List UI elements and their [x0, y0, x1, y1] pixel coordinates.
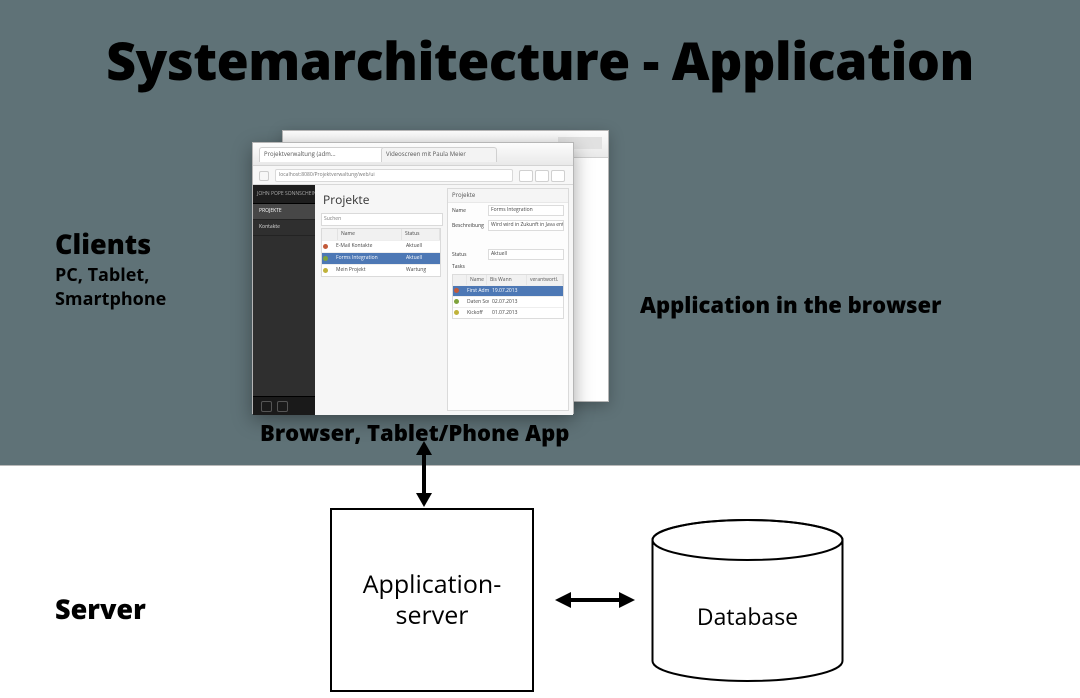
tasks-col-due[interactable]: Bis Wann	[487, 275, 527, 285]
tasks-col-resp[interactable]: verantwortl.	[527, 275, 563, 285]
application-server-box: Application- server	[330, 508, 534, 692]
browser-tabbar: Projektverwaltung (adm... Videoscreen mi…	[253, 143, 573, 166]
tasks-col-name[interactable]: Name	[467, 275, 487, 285]
window-front: Projektverwaltung (adm... Videoscreen mi…	[252, 142, 574, 414]
projects-search-input[interactable]: Suchen	[321, 213, 443, 226]
field-desc-value[interactable]: Wird wird in Zukunft in Java entwickelt	[488, 220, 564, 231]
app-page-title: Projekte	[323, 191, 369, 208]
grid-col-name[interactable]: Name	[338, 229, 402, 240]
field-tasks-label: Tasks	[452, 264, 488, 270]
field-status-label: Status	[452, 252, 488, 258]
table-row[interactable]: First Admin View19.07.2013	[453, 285, 563, 296]
sidebar-item-projects[interactable]: PROJEKTE	[253, 204, 315, 220]
detail-panel-title: Projekte	[448, 189, 568, 203]
app-in-browser-label: Application in the browser	[640, 290, 941, 320]
app-sidebar: JOHN POPE SONNSCHEIN PROJEKTE Kontakte	[253, 185, 315, 415]
database-label: Database	[650, 600, 845, 632]
app-main: Projekte Suchen Name Status E-Mail Konta…	[315, 185, 573, 415]
sidebar-item-contacts[interactable]: Kontakte	[253, 220, 315, 236]
address-input[interactable]: localhost:8080/Projektverwaltung/web/ui	[275, 169, 513, 182]
server-heading: Server	[55, 590, 146, 627]
projects-grid: Name Status E-Mail KontakteAktuellForms …	[321, 228, 441, 277]
sidebar-footer-icon[interactable]	[261, 401, 272, 412]
arrow-client-server	[412, 441, 436, 507]
browser-tab-2[interactable]: Videoscreen mit Paula Meier	[381, 147, 497, 162]
tasks-grid: Name Bis Wann verantwortl. First Admin V…	[452, 274, 564, 319]
clients-screenshot: Projektverwaltung (adm... Videoscreen mi…	[252, 130, 607, 412]
table-row[interactable]: Forms IntegrationAktuell	[322, 252, 440, 264]
page-title: Systemarchitecture - Application	[0, 25, 1080, 96]
sidebar-footer-icon[interactable]	[277, 401, 288, 412]
field-desc-label: Beschreibung	[452, 223, 488, 229]
field-name-value[interactable]: Forms Integration	[488, 205, 564, 216]
field-name-label: Name	[452, 208, 488, 214]
field-status-value[interactable]: Aktuell	[488, 249, 564, 260]
browser-tab-1[interactable]: Projektverwaltung (adm...	[259, 147, 385, 162]
table-row[interactable]: E-Mail KontakteAktuell	[322, 240, 440, 252]
clients-subheading: PC, Tablet, Smartphone	[55, 263, 166, 312]
sidebar-footer	[253, 396, 315, 415]
table-row[interactable]: Mein ProjektWartung	[322, 264, 440, 276]
sidebar-user: JOHN POPE SONNSCHEIN	[253, 185, 315, 204]
table-row[interactable]: Daten Sources02.07.2013	[453, 296, 563, 307]
application-server-label: Application- server	[363, 569, 502, 632]
table-row[interactable]: Kickoff01.07.2013	[453, 307, 563, 318]
arrow-appserver-db	[555, 588, 635, 612]
tier-divider	[0, 465, 1080, 466]
grid-col-status[interactable]: Status	[402, 229, 440, 240]
detail-panel: Projekte Name Forms Integration Beschrei…	[447, 188, 569, 411]
browser-addressbar: localhost:8080/Projektverwaltung/web/ui	[253, 166, 573, 185]
clients-heading: Clients	[55, 225, 151, 262]
